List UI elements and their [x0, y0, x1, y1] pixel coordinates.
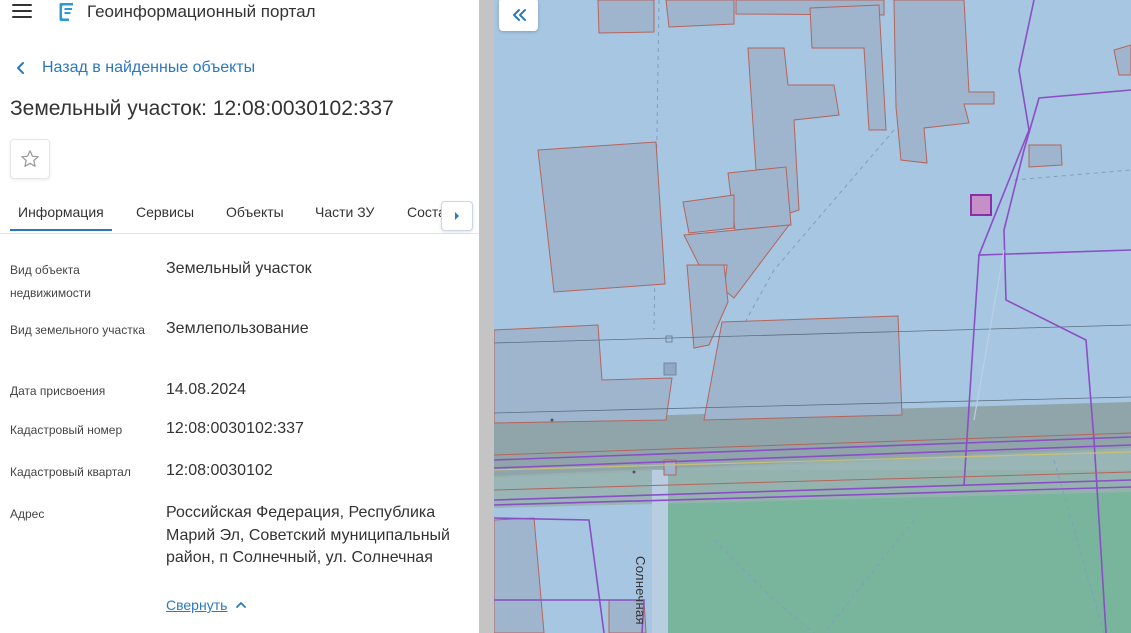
info-panel: Геоинформационный портал Назад в найденн… [0, 0, 479, 633]
selected-parcel [970, 194, 992, 216]
map-line [973, 249, 1005, 421]
top-bar: Геоинформационный портал [0, 0, 479, 26]
value-parcel-type: Землепользование [166, 320, 309, 337]
label-object-type: Вид объекта недвижимости [10, 263, 91, 300]
app-title: Геоинформационный портал [87, 2, 316, 21]
value-assignment-date: 14.08.2024 [166, 381, 247, 398]
collapse-link-label: Свернуть [166, 597, 228, 613]
map-marker [665, 335, 673, 343]
street-label: Солнечная [633, 556, 648, 625]
geoportal-logo-icon[interactable] [56, 2, 76, 22]
tab-information[interactable]: Информация [10, 204, 112, 231]
page-title: Земельный участок: 12:08:0030102:337 [10, 97, 394, 120]
map-marker [550, 418, 554, 422]
hamburger-menu-icon[interactable] [12, 3, 33, 19]
label-parcel-type: Вид земельного участка [10, 323, 145, 337]
value-cadastral-quarter: 12:08:0030102 [166, 462, 273, 479]
label-cadastral-number: Кадастровый номер [10, 423, 123, 437]
value-object-type: Земельный участок [166, 260, 312, 277]
favorite-button[interactable] [10, 139, 50, 179]
tabs-scroll-right-button[interactable] [441, 201, 473, 231]
double-chevron-left-icon [512, 8, 526, 21]
star-icon [21, 150, 39, 167]
collapse-panel-button[interactable] [499, 0, 538, 31]
map-marker [663, 362, 677, 376]
tab-parcel-parts[interactable]: Части ЗУ [315, 204, 374, 220]
chevron-up-icon [236, 602, 247, 608]
tab-services[interactable]: Сервисы [136, 204, 194, 220]
map-view[interactable]: Солнечная [494, 0, 1131, 633]
map-canvas[interactable] [494, 0, 1131, 633]
collapse-link[interactable]: Свернуть [166, 597, 247, 613]
label-cadastral-quarter: Кадастровый квартал [10, 465, 131, 479]
label-address: Адрес [10, 507, 45, 521]
panel-resize-divider[interactable] [479, 0, 494, 633]
chevron-left-icon [17, 62, 24, 74]
value-address: Российская Федерация, Республика Марий Э… [166, 504, 450, 566]
tab-bar: Информация Сервисы Объекты Части ЗУ Сост… [0, 196, 479, 234]
back-link-label: Назад в найденные объекты [42, 59, 256, 76]
back-to-results-link[interactable]: Назад в найденные объекты [14, 58, 255, 78]
map-marker [632, 470, 636, 474]
tab-objects[interactable]: Объекты [226, 204, 284, 220]
value-cadastral-number: 12:08:0030102:337 [166, 420, 304, 437]
label-assignment-date: Дата присвоения [10, 384, 106, 398]
caret-right-icon [455, 212, 459, 220]
